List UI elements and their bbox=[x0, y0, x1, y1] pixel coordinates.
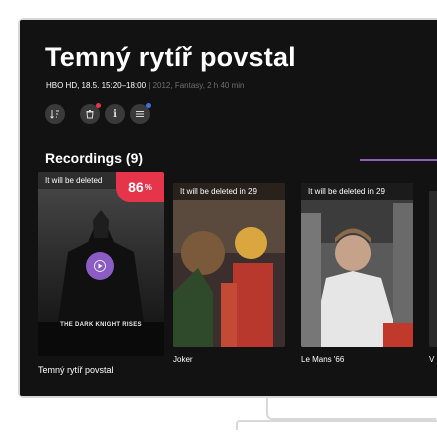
recording-title: Temný rytíř povstal bbox=[38, 365, 114, 375]
play-icon bbox=[94, 260, 106, 272]
recording-card[interactable]: It will be deleted in 29 bbox=[301, 183, 413, 347]
recording-title: V bbox=[429, 355, 435, 364]
deletion-badge: It will be deleted in 29 bbox=[301, 183, 413, 200]
poster-text: THE DARK KNIGHT RISES bbox=[60, 322, 142, 328]
recording-title: Le Mans '66 bbox=[301, 355, 345, 364]
tv-stand bbox=[236, 398, 437, 430]
notification-dot bbox=[146, 103, 151, 108]
program-meta: HBO HD, 18.5. 15:20–18:00 | 2012, Fantas… bbox=[46, 81, 245, 90]
notification-dot bbox=[96, 103, 101, 108]
menu-icon[interactable] bbox=[130, 103, 151, 124]
recording-card-featured[interactable]: It will be deleted 86% THE DARK KNIGHT R… bbox=[38, 172, 164, 356]
progress-badge: 86% bbox=[116, 172, 164, 202]
tv-screen: Temný rytíř povstal HBO HD, 18.5. 15:20–… bbox=[20, 20, 437, 396]
info-icon[interactable]: i bbox=[105, 104, 125, 124]
meta-channel: HBO HD, 18.5. 15:20–18:00 bbox=[46, 81, 147, 90]
recordings-header: Recordings (9) bbox=[45, 150, 144, 166]
section-divider bbox=[360, 159, 437, 161]
deletion-badge: It will be deleted in 29 bbox=[173, 183, 285, 200]
recording-card[interactable] bbox=[429, 183, 437, 347]
deletion-badge bbox=[429, 183, 437, 191]
sort-icon[interactable] bbox=[45, 104, 65, 124]
program-title: Temný rytíř povstal bbox=[45, 42, 296, 72]
poster-image bbox=[301, 183, 413, 347]
recording-card[interactable]: It will be deleted in 29 bbox=[173, 183, 285, 347]
recording-title: Joker bbox=[173, 355, 193, 364]
trash-icon[interactable] bbox=[80, 103, 101, 124]
meta-extra: | 2012, Fantasy, 2 h 40 min bbox=[146, 81, 245, 90]
play-button[interactable] bbox=[86, 252, 114, 280]
poster-image bbox=[173, 183, 285, 347]
